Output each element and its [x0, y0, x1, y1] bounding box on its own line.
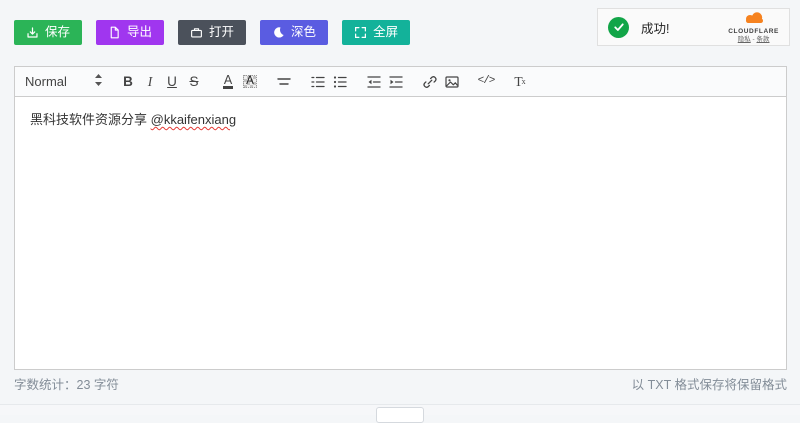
dark-mode-button[interactable]: 深色: [260, 20, 328, 45]
editor-text: 黑科技软件资源分享: [30, 112, 151, 127]
export-button-label: 导出: [127, 26, 152, 39]
dark-mode-button-label: 深色: [291, 26, 316, 39]
bullet-list-icon: [332, 74, 348, 90]
word-count-label: 字数统计：23 字符: [14, 374, 119, 393]
editor-paragraph: 黑科技软件资源分享 @kkaifenxiang: [30, 109, 771, 128]
turnstile-widget: 成功! CLOUDFLARE 隐私 - 条款: [597, 8, 790, 46]
link-icon: [422, 74, 438, 90]
indent-icon: [388, 74, 404, 90]
cloudflare-wordmark: CLOUDFLARE: [728, 29, 779, 36]
clean-format-sub: x: [522, 78, 526, 86]
align-button[interactable]: [273, 71, 295, 93]
turnstile-status-text: 成功!: [641, 18, 669, 37]
background-color-button[interactable]: A: [239, 71, 261, 93]
editor-content-area[interactable]: 黑科技软件资源分享 @kkaifenxiang: [14, 97, 787, 370]
terms-link[interactable]: 条款: [757, 36, 770, 43]
dropdown-arrows-icon: [94, 74, 103, 89]
fullscreen-button[interactable]: 全屏: [342, 20, 410, 45]
bullet-list-button[interactable]: [329, 71, 351, 93]
link-button[interactable]: [419, 71, 441, 93]
editor: Normal B I U S A A: [14, 66, 787, 370]
ordered-list-button[interactable]: [307, 71, 329, 93]
ordered-list-icon: [310, 74, 326, 90]
image-icon: [444, 74, 460, 90]
status-bar: 字数统计：23 字符 以 TXT 格式保存将保留格式: [14, 374, 787, 393]
cloudflare-brand: CLOUDFLARE 隐私 - 条款: [728, 11, 779, 44]
export-file-icon: [108, 26, 121, 39]
bottom-peek-button[interactable]: [376, 407, 424, 423]
briefcase-icon: [190, 26, 203, 39]
code-button[interactable]: </>: [475, 71, 497, 93]
strike-button[interactable]: S: [183, 71, 205, 93]
privacy-link[interactable]: 隐私: [738, 36, 751, 43]
format-note-label: 以 TXT 格式保存将保留格式: [632, 374, 787, 393]
export-button[interactable]: 导出: [96, 20, 164, 45]
fullscreen-button-label: 全屏: [373, 26, 398, 39]
save-icon: [26, 26, 39, 39]
mention-text: @kkaifenxiang: [151, 112, 236, 127]
clean-format-button[interactable]: Tx: [509, 71, 531, 93]
save-button-label: 保存: [45, 26, 70, 39]
image-button[interactable]: [441, 71, 463, 93]
editor-toolbar: Normal B I U S A A: [14, 66, 787, 97]
outdent-button[interactable]: [363, 71, 385, 93]
text-color-letter: A: [223, 74, 233, 90]
top-action-bar: 保存 导出 打开 深色 全屏: [14, 20, 410, 45]
format-dropdown[interactable]: Normal: [25, 74, 103, 89]
open-button[interactable]: 打开: [178, 20, 246, 45]
success-check-icon: [608, 17, 629, 38]
indent-button[interactable]: [385, 71, 407, 93]
text-color-button[interactable]: A: [217, 71, 239, 93]
background-color-letter: A: [243, 75, 257, 89]
save-button[interactable]: 保存: [14, 20, 82, 45]
underline-button[interactable]: U: [161, 71, 183, 93]
format-dropdown-value: Normal: [25, 74, 94, 89]
turnstile-links: 隐私 - 条款: [728, 37, 779, 44]
italic-button[interactable]: I: [139, 71, 161, 93]
fullscreen-icon: [354, 26, 367, 39]
cloudflare-cloud-icon: [740, 11, 768, 28]
bold-button[interactable]: B: [117, 71, 139, 93]
align-icon: [276, 74, 292, 90]
moon-icon: [272, 26, 285, 39]
outdent-icon: [366, 74, 382, 90]
open-button-label: 打开: [209, 26, 234, 39]
